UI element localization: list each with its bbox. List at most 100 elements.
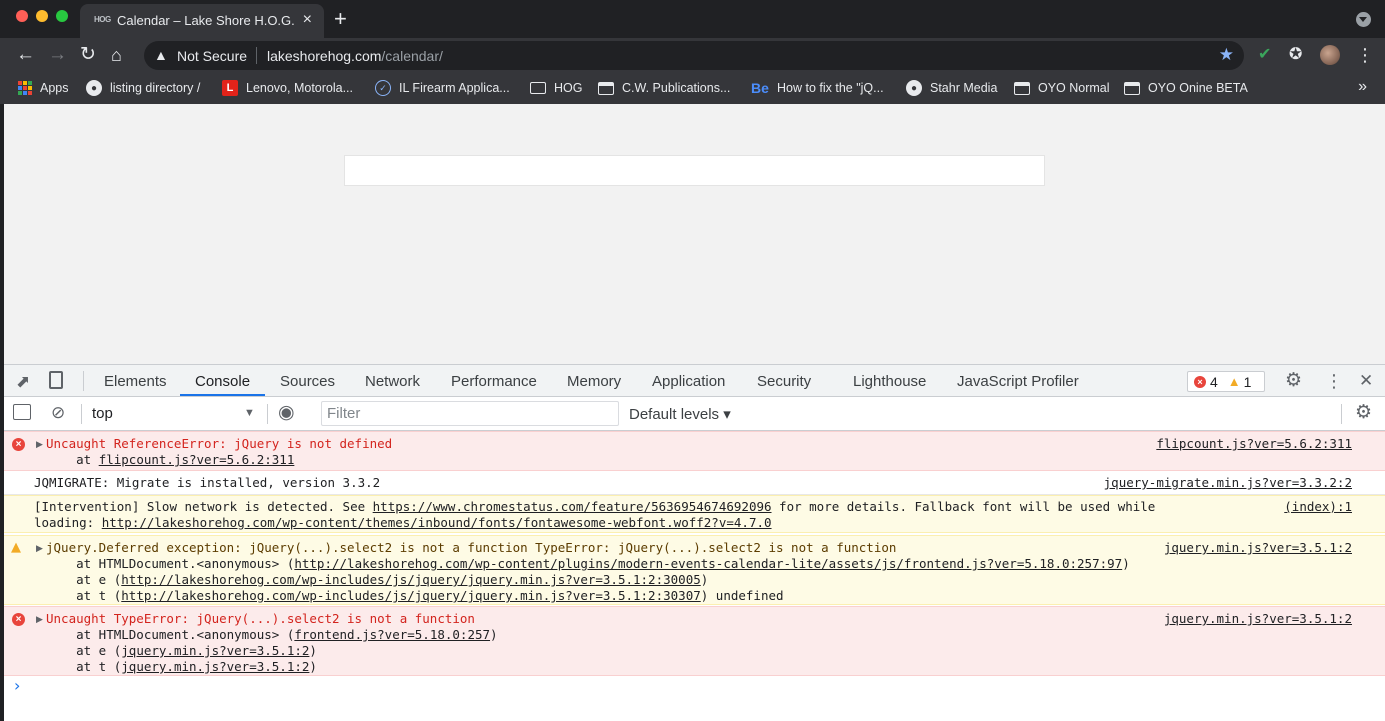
error-count-icon: × <box>1194 375 1206 388</box>
settings-gear-icon[interactable]: ⚙ <box>1285 371 1302 391</box>
source-link[interactable]: jquery.min.js?ver=3.5.1:2 <box>1164 611 1352 627</box>
message-text: [Intervention] Slow network is detected.… <box>34 499 1156 514</box>
font-url-link[interactable]: http://lakeshorehog.com/wp-content/theme… <box>102 515 772 530</box>
stack-link[interactable]: http://lakeshorehog.com/wp-includes/js/j… <box>121 572 700 587</box>
url-path: /calendar/ <box>381 48 443 64</box>
bookmark-cw-publications[interactable]: C.W. Publications... <box>598 79 730 97</box>
check-circle-icon: ✓ <box>375 80 391 96</box>
console-prompt-icon[interactable]: › <box>14 678 20 694</box>
url-host: lakeshorehog.com <box>267 48 382 64</box>
profile-avatar[interactable] <box>1320 45 1340 65</box>
warning-triangle-icon[interactable]: ▲ <box>154 47 168 63</box>
context-selector[interactable]: top <box>92 405 113 422</box>
tab-elements[interactable]: Elements <box>104 373 167 390</box>
source-link[interactable]: (index):1 <box>1284 499 1352 515</box>
tab-memory[interactable]: Memory <box>567 373 621 390</box>
stack-link[interactable]: http://lakeshorehog.com/wp-includes/js/j… <box>121 588 700 603</box>
stack-link[interactable]: jquery.min.js?ver=3.5.1:2 <box>121 643 309 658</box>
device-toolbar-icon[interactable] <box>49 371 63 389</box>
bookmark-oyo-beta[interactable]: OYO Onine BETA <box>1124 79 1248 97</box>
stack-link[interactable]: frontend.js?ver=5.18.0:257 <box>294 627 490 642</box>
tab-search-icon[interactable] <box>1356 12 1371 27</box>
message-text-line2: loading: http://lakeshorehog.com/wp-cont… <box>34 515 772 530</box>
bookmarks-overflow-icon[interactable]: » <box>1358 78 1367 96</box>
toolbar-divider <box>267 404 268 424</box>
source-link[interactable]: jquery-migrate.min.js?ver=3.3.2:2 <box>1104 475 1352 491</box>
expand-triangle-icon[interactable]: ▶ <box>36 612 43 628</box>
behance-icon: Be <box>751 80 769 96</box>
fullscreen-window-button[interactable] <box>56 10 68 22</box>
clear-console-icon[interactable]: ⊘ <box>51 403 65 423</box>
extension-check-icon[interactable]: ✔ <box>1258 45 1271 65</box>
message-text: Uncaught TypeError: jQuery(...).select2 … <box>46 611 475 626</box>
console-message-warning: ▲ ▶ jQuery.Deferred exception: jQuery(..… <box>4 535 1385 605</box>
stack-line: at HTMLDocument.<anonymous> (http://lake… <box>46 556 1130 571</box>
chevron-down-icon[interactable]: ▼ <box>244 407 255 419</box>
bookmark-apps[interactable]: Apps <box>18 79 69 97</box>
new-tab-button[interactable]: + <box>334 6 347 32</box>
bookmarks-bar: Apps ● listing directory / L Lenovo, Mot… <box>0 72 1385 104</box>
browser-tab[interactable]: HOG Calendar – Lake Shore H.O.G. × <box>80 4 324 38</box>
stack-line: at HTMLDocument.<anonymous> (frontend.js… <box>46 627 498 642</box>
bookmark-how-to-fix[interactable]: Be How to fix the "jQ... <box>751 79 884 97</box>
source-link[interactable]: jquery.min.js?ver=3.5.1:2 <box>1164 540 1352 556</box>
bookmark-lenovo[interactable]: L Lenovo, Motorola... <box>222 79 353 97</box>
bookmark-star-icon[interactable]: ★ <box>1219 45 1234 65</box>
console-message-error: × ▶ Uncaught ReferenceError: jQuery is n… <box>4 431 1385 471</box>
browser-toolbar: ← → ↻ ⌂ ▲ Not Secure lakeshorehog.com/ca… <box>0 38 1385 72</box>
inspect-element-icon[interactable]: ⬈ <box>16 372 30 392</box>
stack-link[interactable]: flipcount.js?ver=5.6.2:311 <box>99 452 295 467</box>
tab-sources[interactable]: Sources <box>280 373 335 390</box>
more-options-icon[interactable]: ⋮ <box>1325 371 1343 391</box>
stack-link[interactable]: http://lakeshorehog.com/wp-content/plugi… <box>294 556 1122 571</box>
error-count: 4 <box>1210 373 1218 390</box>
extensions-puzzle-icon[interactable]: ✪ <box>1289 45 1302 65</box>
stack-link[interactable]: jquery.min.js?ver=3.5.1:2 <box>121 659 309 674</box>
forward-arrow-icon[interactable]: → <box>48 42 67 68</box>
tab-console[interactable]: Console <box>195 373 250 390</box>
apps-grid-icon <box>18 81 32 95</box>
globe-icon: ● <box>86 80 102 96</box>
tab-divider <box>83 371 84 391</box>
reload-icon[interactable]: ↻ <box>80 42 96 68</box>
live-expression-eye-icon[interactable]: ◉ <box>278 403 295 423</box>
page-viewport <box>0 104 1385 364</box>
bookmark-listing-directory[interactable]: ● listing directory / <box>86 79 200 97</box>
close-window-button[interactable] <box>16 10 28 22</box>
show-sidebar-icon[interactable] <box>13 404 31 420</box>
back-arrow-icon[interactable]: ← <box>16 42 35 68</box>
expand-triangle-icon[interactable]: ▶ <box>36 437 43 453</box>
tab-close-icon[interactable]: × <box>303 10 312 30</box>
address-bar[interactable]: ▲ Not Secure lakeshorehog.com/calendar/ … <box>144 41 1244 70</box>
console-filter-input[interactable] <box>321 401 619 426</box>
tab-network[interactable]: Network <box>365 373 420 390</box>
devtools-panel: ⬈ Elements Console Sources Network Perfo… <box>0 364 1385 721</box>
log-levels-dropdown[interactable]: Default levels ▾ <box>629 405 731 423</box>
expand-triangle-icon[interactable]: ▶ <box>36 541 43 557</box>
browser-menu-icon[interactable]: ⋮ <box>1356 45 1374 65</box>
tab-performance[interactable]: Performance <box>451 373 537 390</box>
close-devtools-icon[interactable]: ✕ <box>1359 371 1373 391</box>
bookmark-il-firearm[interactable]: ✓ IL Firearm Applica... <box>375 79 510 97</box>
tab-javascript-profiler[interactable]: JavaScript Profiler <box>957 373 1079 390</box>
chromestatus-link[interactable]: https://www.chromestatus.com/feature/563… <box>373 499 772 514</box>
tab-application[interactable]: Application <box>652 373 725 390</box>
url-text[interactable]: lakeshorehog.com/calendar/ <box>267 48 443 64</box>
issues-counter[interactable]: × 4 ▲ 1 <box>1187 371 1265 392</box>
warning-triangle-icon: ▲ <box>11 540 21 555</box>
tab-security[interactable]: Security <box>757 373 811 390</box>
tab-lighthouse[interactable]: Lighthouse <box>853 373 926 390</box>
bookmark-stahr-media[interactable]: ● Stahr Media <box>906 79 997 97</box>
error-icon: × <box>12 613 25 626</box>
not-secure-label[interactable]: Not Secure <box>177 48 247 64</box>
message-text: jQuery.Deferred exception: jQuery(...).s… <box>46 540 897 555</box>
minimize-window-button[interactable] <box>36 10 48 22</box>
source-link[interactable]: flipcount.js?ver=5.6.2:311 <box>1156 436 1352 452</box>
window-icon <box>1014 81 1030 95</box>
console-toolbar: ⊘ top ▼ ◉ Default levels ▾ ⚙ <box>4 397 1385 431</box>
home-icon[interactable]: ⌂ <box>111 42 122 68</box>
bookmark-folder-hog[interactable]: HOG <box>530 79 582 97</box>
bookmark-oyo-normal[interactable]: OYO Normal <box>1014 79 1110 97</box>
console-settings-gear-icon[interactable]: ⚙ <box>1355 403 1372 423</box>
toolbar-divider <box>1341 404 1342 424</box>
